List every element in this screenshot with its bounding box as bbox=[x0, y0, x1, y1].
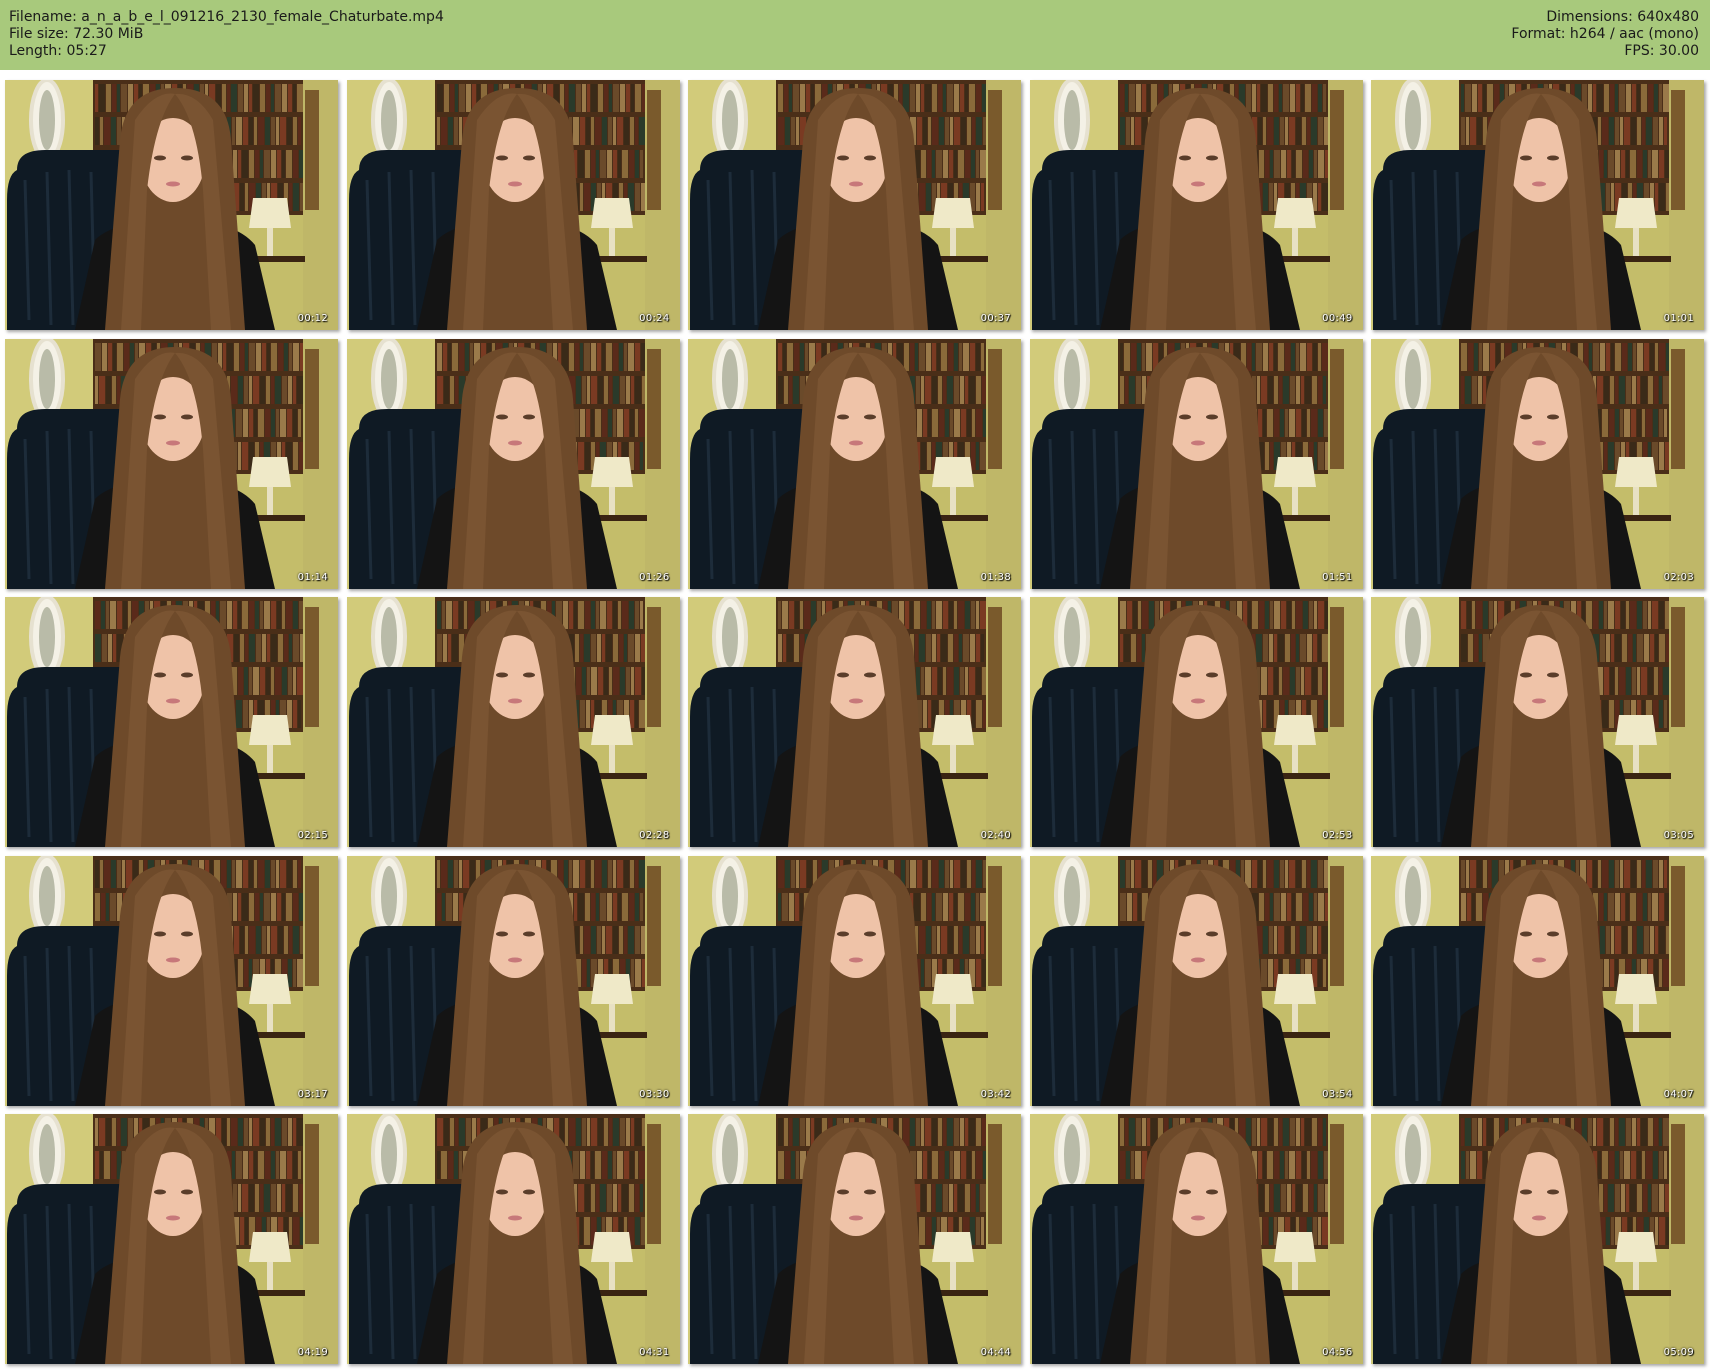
frame-image bbox=[1029, 80, 1363, 330]
video-thumbnail-22[interactable]: 04:31 bbox=[346, 1114, 680, 1364]
timestamp-label: 01:51 bbox=[1322, 571, 1353, 583]
video-thumbnail-14[interactable]: 02:53 bbox=[1029, 597, 1363, 847]
frame-image bbox=[1029, 855, 1363, 1106]
video-thumbnail-7[interactable]: 01:26 bbox=[346, 338, 680, 589]
timestamp-label: 04:56 bbox=[1322, 1347, 1353, 1358]
timestamp-label: 01:14 bbox=[297, 571, 328, 583]
frame-image bbox=[1371, 338, 1704, 589]
info-header: Filename: a_n_a_b_e_l_091216_2130_female… bbox=[0, 0, 1710, 70]
video-thumbnail-4[interactable]: 00:49 bbox=[1029, 80, 1363, 330]
frame-image bbox=[688, 80, 1021, 330]
timestamp-label: 04:31 bbox=[639, 1347, 670, 1358]
video-thumbnail-3[interactable]: 00:37 bbox=[688, 80, 1021, 330]
timestamp-label: 03:17 bbox=[297, 1088, 328, 1100]
video-thumbnail-24[interactable]: 04:56 bbox=[1029, 1114, 1363, 1364]
frame-image bbox=[1371, 597, 1704, 847]
timestamp-label: 04:19 bbox=[297, 1347, 328, 1358]
timestamp-label: 02:28 bbox=[639, 830, 670, 841]
timestamp-label: 00:37 bbox=[980, 313, 1011, 324]
timestamp-label: 03:30 bbox=[639, 1088, 670, 1100]
frame-image bbox=[5, 1114, 338, 1364]
frame-image bbox=[5, 338, 338, 589]
format-text: Format: h264 / aac (mono) bbox=[1511, 26, 1699, 42]
video-thumbnail-20[interactable]: 04:07 bbox=[1371, 855, 1704, 1106]
video-thumbnail-18[interactable]: 03:42 bbox=[688, 855, 1021, 1106]
frame-image bbox=[346, 597, 680, 847]
file-info-left: Filename: a_n_a_b_e_l_091216_2130_female… bbox=[9, 9, 444, 60]
fps-text: FPS: 30.00 bbox=[1624, 43, 1699, 59]
timestamp-label: 02:40 bbox=[980, 830, 1011, 841]
timestamp-label: 00:12 bbox=[297, 313, 328, 324]
frame-image bbox=[5, 855, 338, 1106]
video-thumbnail-23[interactable]: 04:44 bbox=[688, 1114, 1021, 1364]
timestamp-label: 03:54 bbox=[1322, 1088, 1353, 1100]
timestamp-label: 04:07 bbox=[1663, 1088, 1694, 1100]
length-text: Length: 05:27 bbox=[9, 43, 107, 59]
frame-image bbox=[346, 338, 680, 589]
timestamp-label: 00:24 bbox=[639, 313, 670, 324]
video-thumbnail-9[interactable]: 01:51 bbox=[1029, 338, 1363, 589]
frame-image bbox=[688, 597, 1021, 847]
timestamp-label: 02:53 bbox=[1322, 830, 1353, 841]
video-thumbnail-13[interactable]: 02:40 bbox=[688, 597, 1021, 847]
video-thumbnail-2[interactable]: 00:24 bbox=[346, 80, 680, 330]
video-thumbnail-1[interactable]: 00:12 bbox=[5, 80, 338, 330]
video-thumbnail-17[interactable]: 03:30 bbox=[346, 855, 680, 1106]
frame-image bbox=[1029, 338, 1363, 589]
video-thumbnail-16[interactable]: 03:17 bbox=[5, 855, 338, 1106]
timestamp-label: 01:01 bbox=[1663, 313, 1694, 324]
timestamp-label: 03:05 bbox=[1663, 830, 1694, 841]
timestamp-label: 05:09 bbox=[1663, 1347, 1694, 1358]
timestamp-label: 02:03 bbox=[1663, 571, 1694, 583]
timestamp-label: 04:44 bbox=[980, 1347, 1011, 1358]
frame-image bbox=[688, 855, 1021, 1106]
video-thumbnail-15[interactable]: 03:05 bbox=[1371, 597, 1704, 847]
file-info-right: Dimensions: 640x480 Format: h264 / aac (… bbox=[1511, 9, 1699, 60]
filesize-text: File size: 72.30 MiB bbox=[9, 26, 144, 42]
frame-image bbox=[346, 80, 680, 330]
frame-image bbox=[5, 597, 338, 847]
frame-image bbox=[346, 855, 680, 1106]
frame-image bbox=[1371, 80, 1704, 330]
dimensions-text: Dimensions: 640x480 bbox=[1546, 9, 1699, 25]
video-thumbnail-8[interactable]: 01:38 bbox=[688, 338, 1021, 589]
frame-image bbox=[1371, 855, 1704, 1106]
video-thumbnail-19[interactable]: 03:54 bbox=[1029, 855, 1363, 1106]
thumbnail-grid: 00:12 00:24 00:37 00:49 01:01 01:14 01:2… bbox=[5, 80, 1705, 1365]
frame-image bbox=[1029, 597, 1363, 847]
video-thumbnail-21[interactable]: 04:19 bbox=[5, 1114, 338, 1364]
frame-image bbox=[1029, 1114, 1363, 1364]
frame-image bbox=[688, 1114, 1021, 1364]
filename-text: Filename: a_n_a_b_e_l_091216_2130_female… bbox=[9, 9, 444, 25]
frame-image bbox=[1371, 1114, 1704, 1364]
video-thumbnail-10[interactable]: 02:03 bbox=[1371, 338, 1704, 589]
frame-image bbox=[688, 338, 1021, 589]
timestamp-label: 02:15 bbox=[297, 830, 328, 841]
timestamp-label: 01:26 bbox=[639, 571, 670, 583]
video-thumbnail-12[interactable]: 02:28 bbox=[346, 597, 680, 847]
timestamp-label: 03:42 bbox=[980, 1088, 1011, 1100]
video-thumbnail-5[interactable]: 01:01 bbox=[1371, 80, 1704, 330]
video-thumbnail-6[interactable]: 01:14 bbox=[5, 338, 338, 589]
timestamp-label: 01:38 bbox=[980, 571, 1011, 583]
frame-image bbox=[5, 80, 338, 330]
timestamp-label: 00:49 bbox=[1322, 313, 1353, 324]
video-thumbnail-11[interactable]: 02:15 bbox=[5, 597, 338, 847]
frame-image bbox=[346, 1114, 680, 1364]
video-thumbnail-25[interactable]: 05:09 bbox=[1371, 1114, 1704, 1364]
